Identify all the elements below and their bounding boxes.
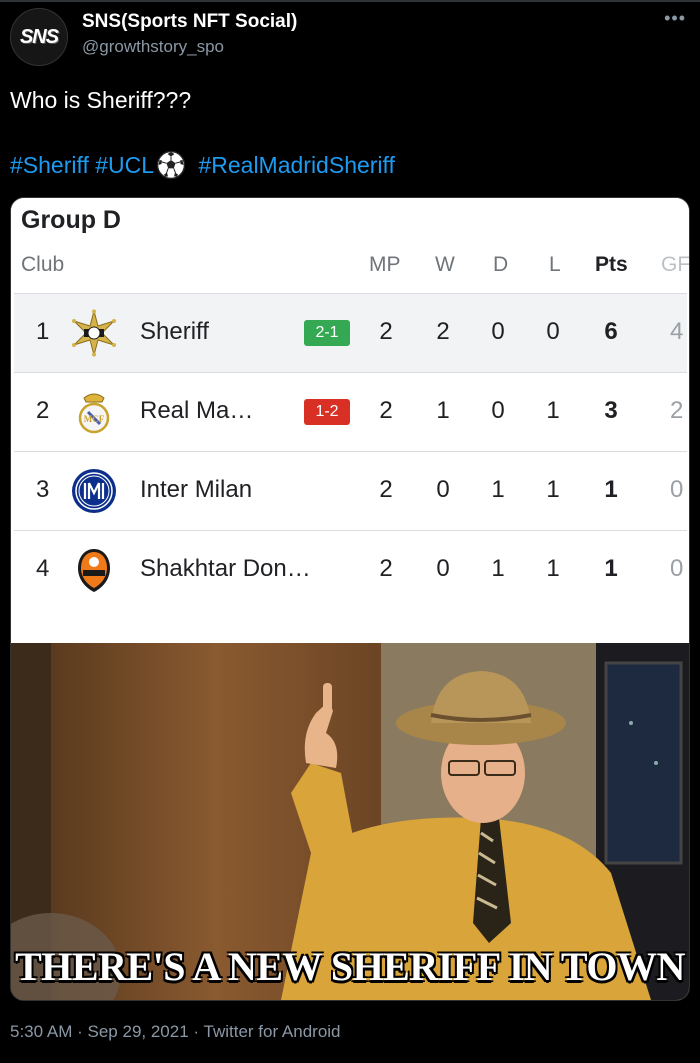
row-position: 4 xyxy=(36,555,50,582)
wins: 0 xyxy=(436,476,450,503)
goals-for: 4 xyxy=(670,318,684,345)
losses: 1 xyxy=(546,397,560,424)
tweet-date[interactable]: Sep 29, 2021 xyxy=(88,1022,189,1041)
tweet-source[interactable]: Twitter for Android xyxy=(204,1022,341,1041)
losses: 1 xyxy=(546,476,560,503)
tweet-media[interactable]: Group D Club MP W D L Pts GF 1 Sheriff 2… xyxy=(10,197,690,1001)
matches-played: 2 xyxy=(379,318,393,345)
goals-for: 0 xyxy=(670,555,684,582)
row-position: 3 xyxy=(36,476,50,503)
points: 6 xyxy=(604,318,618,345)
club-name: Real Ma… xyxy=(140,397,254,424)
draws: 0 xyxy=(491,318,505,345)
hashtag-line: #Sheriff #UCL #RealMadridSheriff xyxy=(10,150,395,180)
losses: 0 xyxy=(546,318,560,345)
points: 1 xyxy=(604,476,618,503)
result-badge[interactable]: 1-2 xyxy=(304,399,350,425)
more-horizontal-icon[interactable]: ••• xyxy=(664,8,686,29)
table-row[interactable]: 1 Sheriff 2-1 2 2 0 0 6 4 xyxy=(14,294,687,372)
tweet-text: Who is Sheriff??? xyxy=(10,87,192,113)
club-name: Sheriff xyxy=(140,318,209,345)
tweet-time[interactable]: 5:30 AM xyxy=(10,1022,72,1041)
avatar-logo: SNS xyxy=(19,25,59,48)
result-badge[interactable]: 2-1 xyxy=(304,320,350,346)
draws: 0 xyxy=(491,397,505,424)
author-name[interactable]: SNS(Sports NFT Social) xyxy=(82,11,297,33)
draws: 1 xyxy=(491,555,505,582)
column-header-mp: MP xyxy=(369,253,401,276)
matches-played: 2 xyxy=(379,397,393,424)
club-name: Inter Milan xyxy=(140,476,253,503)
table-row[interactable]: 2 MCF Real Ma… 1-2 2 1 0 1 3 2 xyxy=(14,373,687,451)
column-header-d: D xyxy=(493,253,509,276)
avatar[interactable]: SNS xyxy=(10,8,68,66)
svg-text:MCF: MCF xyxy=(84,414,105,424)
draws: 1 xyxy=(491,476,505,503)
soccer-ball-icon xyxy=(156,150,186,180)
hashtag-sheriff[interactable]: #Sheriff xyxy=(10,152,89,179)
top-divider xyxy=(0,0,700,2)
column-header-l: L xyxy=(549,253,561,276)
separator-dot: · xyxy=(77,1022,83,1041)
real-madrid-crest-icon: MCF xyxy=(78,393,110,434)
meme-image: THERE'S A NEW SHERIFF IN TOWN xyxy=(11,643,689,1000)
meme-caption: THERE'S A NEW SHERIFF IN TOWN xyxy=(15,944,685,989)
points: 1 xyxy=(604,555,618,582)
table-row[interactable]: 4 Shakhtar Don… 2 0 1 1 1 0 xyxy=(14,531,687,609)
matches-played: 2 xyxy=(379,555,393,582)
goals-for: 0 xyxy=(670,476,684,503)
shakhtar-crest-icon xyxy=(78,549,110,592)
sheriff-crest-icon xyxy=(72,309,116,357)
wins: 1 xyxy=(436,397,450,424)
inter-milan-crest-icon xyxy=(72,469,116,513)
column-header-w: W xyxy=(435,253,455,276)
goals-for: 2 xyxy=(670,397,684,424)
losses: 1 xyxy=(546,555,560,582)
points: 3 xyxy=(604,397,618,424)
wins: 0 xyxy=(436,555,450,582)
separator-dot: · xyxy=(193,1022,200,1041)
hashtag-ucl[interactable]: #UCL xyxy=(95,152,154,179)
wins: 2 xyxy=(436,318,450,345)
row-position: 1 xyxy=(36,318,50,345)
row-position: 2 xyxy=(36,397,50,424)
matches-played: 2 xyxy=(379,476,393,503)
column-header-club: Club xyxy=(21,253,65,276)
column-header-pts: Pts xyxy=(595,253,628,276)
table-row[interactable]: 3 Inter Milan 2 0 1 1 1 0 xyxy=(14,452,687,530)
group-title: Group D xyxy=(21,206,121,234)
standings-table: Group D Club MP W D L Pts GF 1 Sheriff 2… xyxy=(11,198,689,643)
club-name: Shakhtar Don… xyxy=(140,555,311,582)
tweet-metadata: 5:30 AM · Sep 29, 2021 · Twitter for And… xyxy=(10,1022,341,1042)
column-header-gf: GF xyxy=(661,253,690,276)
author-handle[interactable]: @growthstory_spo xyxy=(82,37,224,57)
hashtag-realmadridsheriff[interactable]: #RealMadridSheriff xyxy=(198,152,394,179)
